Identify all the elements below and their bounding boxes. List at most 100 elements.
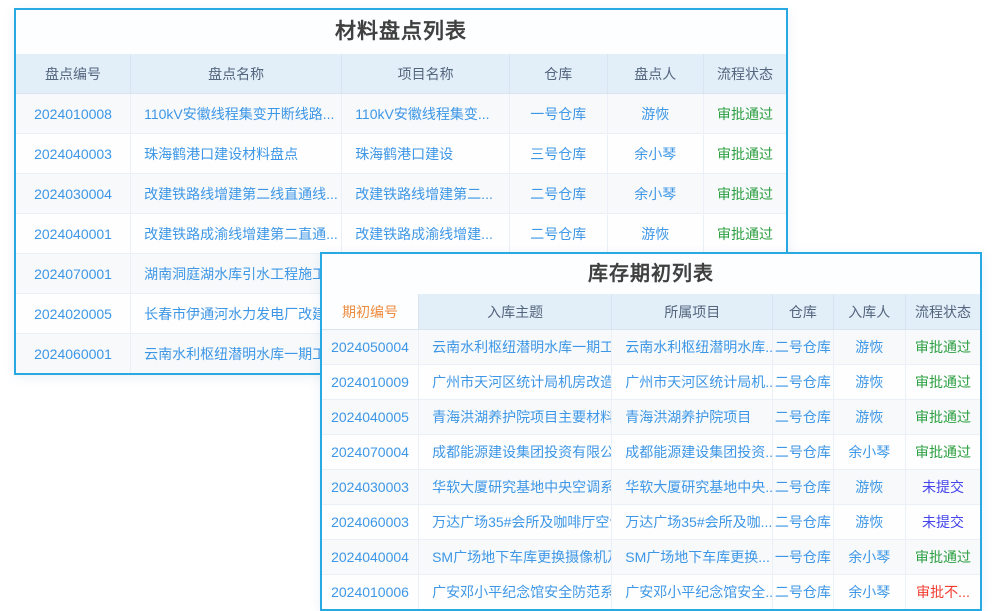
cell-name: 长春市伊通河水力发电厂改建... xyxy=(131,294,342,334)
cell-project: 华软大厦研究基地中央... xyxy=(612,470,773,505)
cell-project: 110kV安徽线程集变... xyxy=(342,94,510,134)
cell-id[interactable]: 2024040004 xyxy=(322,540,419,575)
cell-warehouse: 二号仓库 xyxy=(773,470,833,505)
cell-project: 改建铁路线增建第二... xyxy=(342,174,510,214)
cell-status[interactable]: 审批通过 xyxy=(906,435,980,470)
cell-name: 湖南洞庭湖水库引水工程施工... xyxy=(131,254,342,294)
table-row[interactable]: 2024040004SM广场地下车库更换摄像机及...SM广场地下车库更换...… xyxy=(322,540,980,575)
table-row[interactable]: 2024050004云南水利枢纽潜明水库一期工程...云南水利枢纽潜明水库...… xyxy=(322,330,980,365)
cell-person: 游恢 xyxy=(833,330,905,365)
cell-id[interactable]: 2024050004 xyxy=(322,330,419,365)
column-header-warehouse[interactable]: 仓库 xyxy=(510,54,608,94)
column-header-status[interactable]: 流程状态 xyxy=(906,294,980,330)
cell-id[interactable]: 2024060003 xyxy=(322,505,419,540)
cell-status[interactable]: 审批通过 xyxy=(906,400,980,435)
cell-person: 游恢 xyxy=(607,94,704,134)
cell-warehouse: 一号仓库 xyxy=(510,94,608,134)
column-header-id[interactable]: 盘点编号 xyxy=(16,54,131,94)
cell-warehouse: 三号仓库 xyxy=(510,134,608,174)
cell-id[interactable]: 2024040001 xyxy=(16,214,131,254)
cell-id[interactable]: 2024010006 xyxy=(322,575,419,610)
cell-project: 珠海鹤港口建设 xyxy=(342,134,510,174)
cell-status[interactable]: 审批通过 xyxy=(704,94,786,134)
cell-status[interactable]: 审批通过 xyxy=(704,174,786,214)
cell-project: 云南水利枢纽潜明水库... xyxy=(612,330,773,365)
cell-person: 游恢 xyxy=(607,214,704,254)
table-row[interactable]: 2024040003珠海鹤港口建设材料盘点珠海鹤港口建设三号仓库余小琴审批通过 xyxy=(16,134,786,174)
cell-name: 珠海鹤港口建设材料盘点 xyxy=(131,134,342,174)
table-row[interactable]: 2024030003华软大厦研究基地中央空调系统...华软大厦研究基地中央...… xyxy=(322,470,980,505)
table-row[interactable]: 2024010009广州市天河区统计局机房改造项...广州市天河区统计局机...… xyxy=(322,365,980,400)
cell-name: 广安邓小平纪念馆安全防范系统... xyxy=(419,575,612,610)
cell-id[interactable]: 2024060001 xyxy=(16,334,131,374)
table-row[interactable]: 2024040005青海洪湖养护院项目主要材料期...青海洪湖养护院项目二号仓库… xyxy=(322,400,980,435)
cell-project: 广州市天河区统计局机... xyxy=(612,365,773,400)
cell-id[interactable]: 2024040005 xyxy=(322,400,419,435)
cell-status[interactable]: 未提交 xyxy=(906,505,980,540)
cell-status[interactable]: 审批通过 xyxy=(906,365,980,400)
cell-status[interactable]: 审批不... xyxy=(906,575,980,610)
cell-name: 改建铁路成渝线增建第二直通... xyxy=(131,214,342,254)
cell-name: 广州市天河区统计局机房改造项... xyxy=(419,365,612,400)
column-header-warehouse[interactable]: 仓库 xyxy=(773,294,833,330)
table-row[interactable]: 2024060003万达广场35#会所及咖啡厅空调...万达广场35#会所及咖.… xyxy=(322,505,980,540)
cell-name: 云南水利枢纽潜明水库一期工程... xyxy=(419,330,612,365)
cell-status[interactable]: 审批通过 xyxy=(704,134,786,174)
cell-name: 万达广场35#会所及咖啡厅空调... xyxy=(419,505,612,540)
cell-warehouse: 二号仓库 xyxy=(773,575,833,610)
cell-status[interactable]: 审批通过 xyxy=(704,214,786,254)
initial-stock-table: 期初编号入库主题所属项目仓库入库人流程状态 2024050004云南水利枢纽潜明… xyxy=(322,294,980,609)
cell-warehouse: 一号仓库 xyxy=(773,540,833,575)
table-row[interactable]: 2024070004成都能源建设集团投资有限公司...成都能源建设集团投资...… xyxy=(322,435,980,470)
cell-name: 云南水利枢纽潜明水库一期工... xyxy=(131,334,342,374)
cell-id[interactable]: 2024070004 xyxy=(322,435,419,470)
panel-title-initial-stock: 库存期初列表 xyxy=(322,254,980,294)
cell-person: 游恢 xyxy=(833,505,905,540)
cell-id[interactable]: 2024030004 xyxy=(16,174,131,214)
cell-name: 改建铁路线增建第二线直通线... xyxy=(131,174,342,214)
cell-name: 青海洪湖养护院项目主要材料期... xyxy=(419,400,612,435)
cell-status[interactable]: 审批通过 xyxy=(906,540,980,575)
cell-person: 余小琴 xyxy=(833,435,905,470)
column-header-person[interactable]: 盘点人 xyxy=(607,54,704,94)
cell-project: SM广场地下车库更换... xyxy=(612,540,773,575)
cell-id[interactable]: 2024010008 xyxy=(16,94,131,134)
cell-project: 广安邓小平纪念馆安全... xyxy=(612,575,773,610)
column-header-name[interactable]: 入库主题 xyxy=(419,294,612,330)
cell-project: 万达广场35#会所及咖... xyxy=(612,505,773,540)
column-header-project[interactable]: 所属项目 xyxy=(612,294,773,330)
table-row[interactable]: 2024010006广安邓小平纪念馆安全防范系统...广安邓小平纪念馆安全...… xyxy=(322,575,980,610)
cell-name: SM广场地下车库更换摄像机及... xyxy=(419,540,612,575)
column-header-person[interactable]: 入库人 xyxy=(833,294,905,330)
cell-person: 余小琴 xyxy=(607,174,704,214)
cell-person: 游恢 xyxy=(833,400,905,435)
cell-id[interactable]: 2024030003 xyxy=(322,470,419,505)
table-row[interactable]: 2024010008110kV安徽线程集变开断线路...110kV安徽线程集变.… xyxy=(16,94,786,134)
cell-status[interactable]: 审批通过 xyxy=(906,330,980,365)
cell-id[interactable]: 2024040003 xyxy=(16,134,131,174)
cell-id[interactable]: 2024020005 xyxy=(16,294,131,334)
cell-id[interactable]: 2024010009 xyxy=(322,365,419,400)
table-header-row: 盘点编号盘点名称项目名称仓库盘点人流程状态 xyxy=(16,54,786,94)
cell-warehouse: 二号仓库 xyxy=(773,330,833,365)
column-header-status[interactable]: 流程状态 xyxy=(704,54,786,94)
table-row[interactable]: 2024030004改建铁路线增建第二线直通线...改建铁路线增建第二...二号… xyxy=(16,174,786,214)
cell-person: 余小琴 xyxy=(833,540,905,575)
cell-name: 华软大厦研究基地中央空调系统... xyxy=(419,470,612,505)
cell-project: 成都能源建设集团投资... xyxy=(612,435,773,470)
column-header-id[interactable]: 期初编号 xyxy=(322,294,419,330)
table-row[interactable]: 2024040001改建铁路成渝线增建第二直通...改建铁路成渝线增建...二号… xyxy=(16,214,786,254)
cell-warehouse: 二号仓库 xyxy=(773,435,833,470)
cell-warehouse: 二号仓库 xyxy=(773,505,833,540)
column-header-project[interactable]: 项目名称 xyxy=(342,54,510,94)
cell-warehouse: 二号仓库 xyxy=(773,400,833,435)
cell-project: 青海洪湖养护院项目 xyxy=(612,400,773,435)
cell-warehouse: 二号仓库 xyxy=(510,174,608,214)
column-header-name[interactable]: 盘点名称 xyxy=(131,54,342,94)
cell-name: 110kV安徽线程集变开断线路... xyxy=(131,94,342,134)
cell-person: 游恢 xyxy=(833,470,905,505)
cell-warehouse: 二号仓库 xyxy=(773,365,833,400)
cell-id[interactable]: 2024070001 xyxy=(16,254,131,294)
cell-status[interactable]: 未提交 xyxy=(906,470,980,505)
cell-person: 余小琴 xyxy=(607,134,704,174)
